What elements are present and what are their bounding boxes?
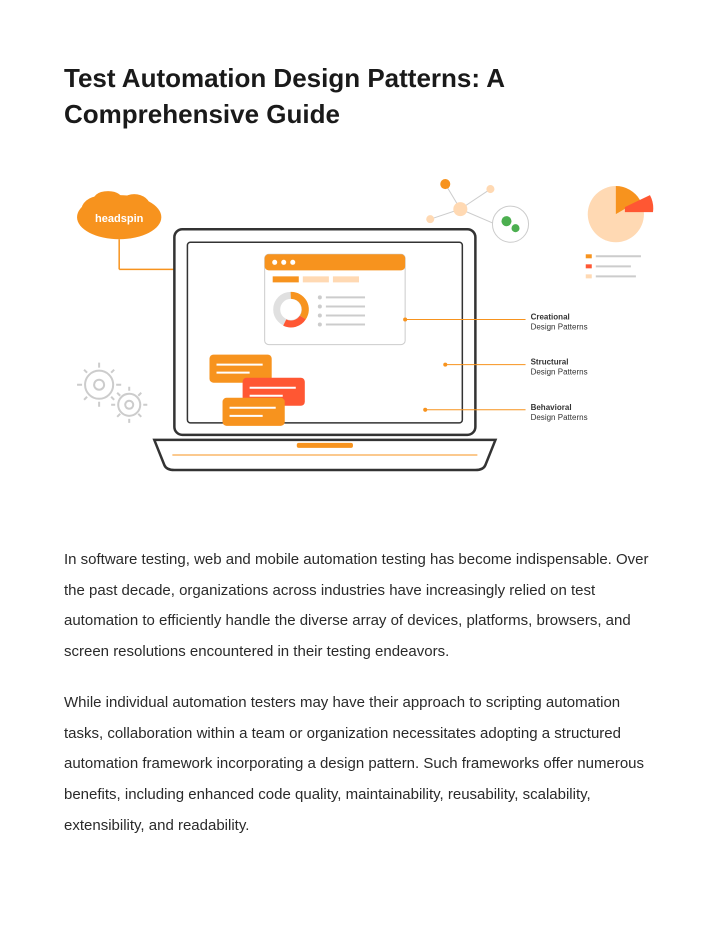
page-title: Test Automation Design Patterns: A Compr… [64,60,656,133]
svg-text:headspin: headspin [95,213,144,225]
body-paragraph-1: In software testing, web and mobile auto… [64,545,656,668]
svg-text:Creational: Creational [531,312,570,321]
cloud-icon: headspin [77,191,174,269]
laptop-icon [154,229,495,470]
svg-text:Behavioral: Behavioral [531,403,572,412]
body-paragraph-2: While individual automation testers may … [64,688,656,842]
svg-text:Structural: Structural [531,357,569,366]
svg-text:Design Patterns: Design Patterns [531,367,588,376]
svg-text:Design Patterns: Design Patterns [531,322,588,331]
svg-text:Design Patterns: Design Patterns [531,413,588,422]
pie-chart-icon [586,186,653,278]
hero-illustration: headspin [64,169,656,495]
gears-icon [77,362,147,422]
